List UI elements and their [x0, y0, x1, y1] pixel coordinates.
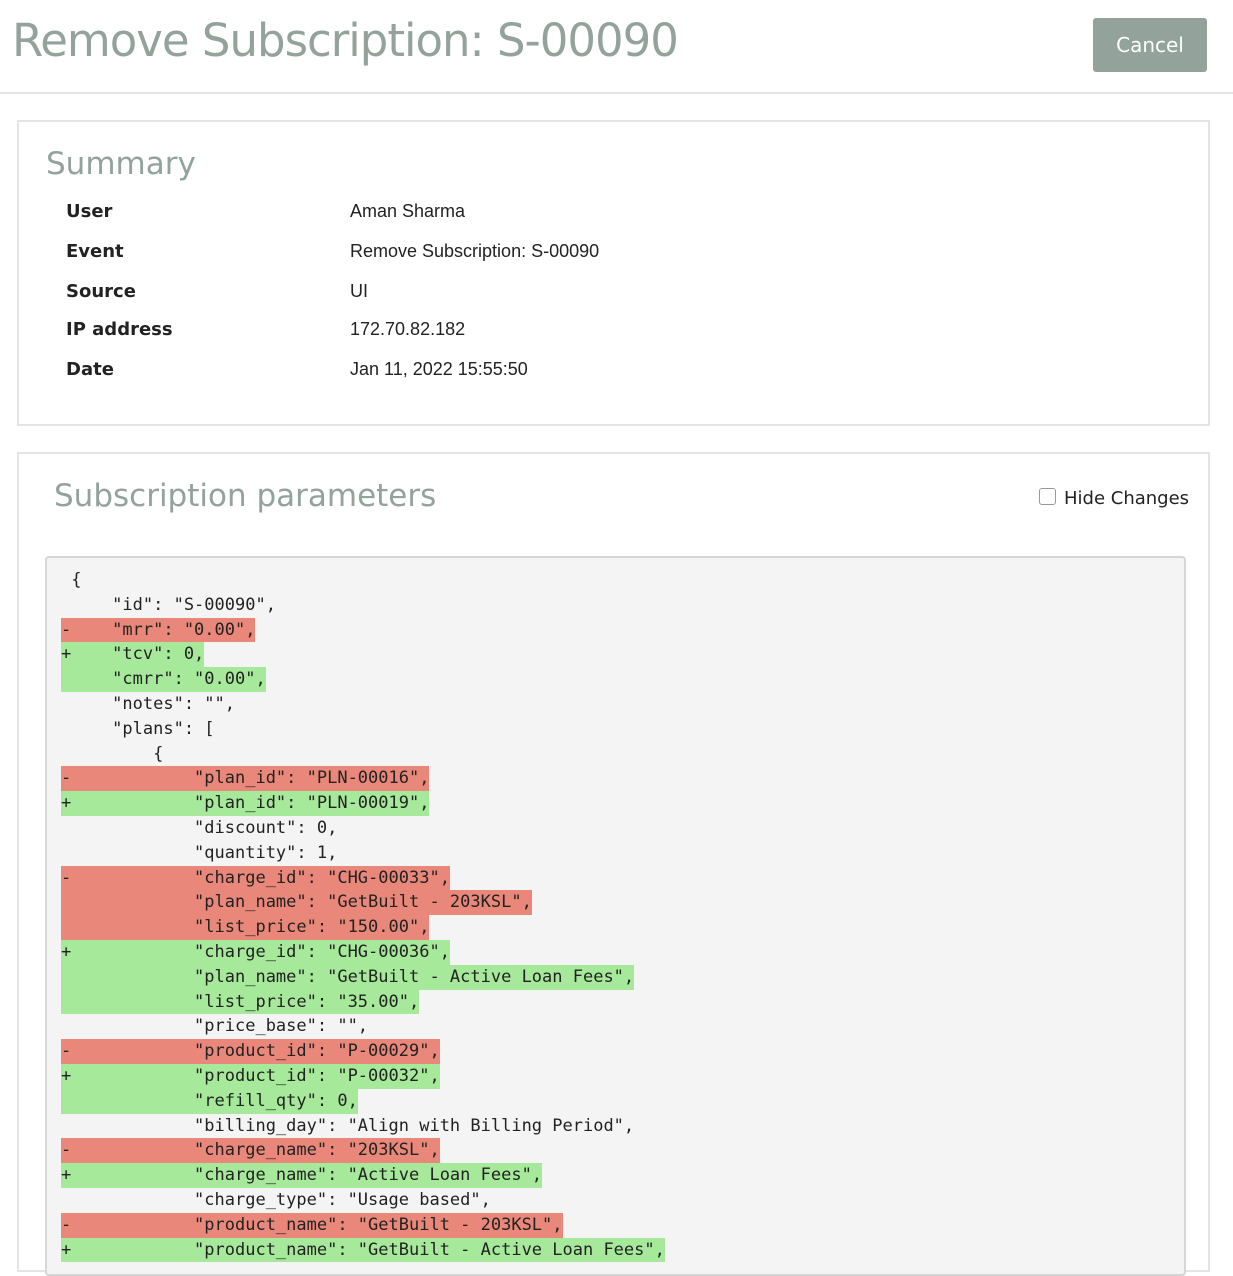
summary-value: 172.70.82.182: [350, 319, 466, 339]
diff-line: "plans": [: [61, 717, 665, 742]
diff-text: "tcv": 0,: [71, 644, 205, 665]
diff-line: "quantity": 1,: [61, 841, 665, 866]
diff-line: "discount": 0,: [61, 816, 665, 841]
summary-label: Date: [66, 359, 114, 380]
summary-label: IP address: [66, 319, 173, 340]
diff-line: "notes": "",: [61, 692, 665, 717]
summary-value: Aman Sharma: [350, 201, 466, 221]
diff-text: "id": "S-00090",: [71, 594, 276, 615]
diff-text: "discount": 0,: [71, 817, 338, 838]
diff-text: "plans": [: [71, 718, 215, 739]
summary-value: Remove Subscription: S-00090: [350, 241, 600, 261]
summary-label: Event: [66, 241, 124, 262]
summary-label: Source: [66, 281, 136, 302]
diff-marker: -: [61, 619, 72, 640]
diff-marker: +: [61, 941, 72, 962]
diff-line-added: "plan_name": "GetBuilt - Active Loan Fee…: [61, 964, 635, 990]
diff-line: "price_base": "",: [61, 1014, 665, 1039]
diff-line-added: "list_price": "35.00",: [61, 989, 420, 1015]
diff-text: "charge_id": "CHG-00036",: [71, 941, 450, 962]
diff-marker: -: [61, 1041, 72, 1062]
diff-line-added: + "charge_name": "Active Loan Fees",: [61, 1163, 543, 1188]
diff-line-removed: - "charge_id": "CHG-00033",: [61, 865, 450, 891]
page-header: Remove Subscription: S-00090 Cancel: [0, 0, 1233, 94]
diff-marker: +: [61, 1165, 72, 1186]
diff-text: "price_base": "",: [71, 1016, 369, 1037]
diff-line-added: "refill_qty": 0,: [61, 1088, 358, 1114]
diff-viewer[interactable]: { "id": "S-00090", - "mrr": "0.00", + "tcv…: [45, 556, 1186, 1276]
diff-text: {: [71, 570, 82, 590]
diff-marker: -: [61, 1214, 72, 1235]
hide-changes-checkbox[interactable]: [1039, 488, 1056, 505]
diff-text: "refill_qty": 0,: [71, 1090, 358, 1111]
diff-line-added: + "product_id": "P-00032",: [61, 1063, 440, 1089]
diff-text: "plan_name": "GetBuilt - Active Loan Fee…: [71, 966, 635, 987]
diff-line-removed: "list_price": "150.00",: [61, 915, 430, 940]
diff-text: "plan_id": "PLN-00019",: [71, 793, 430, 814]
diff-text: "plan_id": "PLN-00016",: [71, 768, 430, 789]
subscription-parameters-title: Subscription parameters: [54, 478, 437, 514]
diff-line-removed: - "charge_name": "203KSL",: [61, 1138, 440, 1164]
diff-text: "plan_name": "GetBuilt - 203KSL",: [71, 892, 532, 913]
diff-line-removed: - "product_id": "P-00029",: [61, 1039, 440, 1064]
diff-marker: -: [61, 768, 72, 789]
diff-text: "list_price": "150.00",: [71, 917, 430, 938]
diff-marker: +: [61, 1065, 72, 1086]
diff-marker: +: [61, 644, 72, 665]
diff-text: "product_id": "P-00029",: [71, 1041, 440, 1062]
diff-text: "product_name": "GetBuilt - Active Loan …: [71, 1239, 665, 1260]
diff-text: "notes": "",: [71, 693, 235, 714]
summary-title: Summary: [46, 146, 196, 182]
diff-marker: -: [61, 867, 72, 888]
diff-lines: { "id": "S-00090", - "mrr": "0.00", + "tcv…: [61, 568, 665, 1263]
diff-text: "product_id": "P-00032",: [71, 1065, 440, 1086]
summary-value: Jan 11, 2022 15:55:50: [350, 359, 528, 379]
diff-text: "charge_id": "CHG-00033",: [71, 867, 450, 888]
diff-text: "product_name": "GetBuilt - 203KSL",: [71, 1214, 563, 1235]
diff-line: {: [61, 742, 665, 767]
diff-text: "list_price": "35.00",: [71, 991, 420, 1012]
diff-line-added: + "charge_id": "CHG-00036",: [61, 939, 450, 965]
hide-changes-label: Hide Changes: [1064, 488, 1190, 509]
diff-line: "billing_day": "Align with Billing Perio…: [61, 1114, 665, 1139]
diff-line-removed: - "plan_id": "PLN-00016",: [61, 766, 430, 792]
diff-line: "charge_type": "Usage based",: [61, 1188, 665, 1213]
diff-text: "charge_name": "203KSL",: [71, 1140, 440, 1161]
hide-changes-toggle[interactable]: Hide Changes: [1039, 488, 1189, 509]
page-title: Remove Subscription: S-00090: [12, 14, 679, 67]
diff-line-added: "cmrr": "0.00",: [61, 667, 266, 692]
diff-line-removed: - "product_name": "GetBuilt - 203KSL",: [61, 1212, 563, 1238]
diff-text: "quantity": 1,: [71, 842, 338, 863]
diff-text: {: [71, 743, 164, 764]
diff-marker: +: [61, 793, 72, 814]
diff-line-removed: "plan_name": "GetBuilt - 203KSL",: [61, 890, 532, 916]
diff-line-removed: - "mrr": "0.00",: [61, 617, 256, 643]
diff-text: "billing_day": "Align with Billing Perio…: [71, 1115, 635, 1136]
diff-line: "id": "S-00090",: [61, 593, 665, 618]
summary-panel: Summary User Aman Sharma Event Remove Su…: [17, 120, 1210, 426]
cancel-button[interactable]: Cancel: [1093, 18, 1207, 72]
diff-text: "charge_type": "Usage based",: [71, 1189, 491, 1210]
summary-value: UI: [350, 281, 368, 301]
subscription-parameters-panel: Subscription parameters Hide Changes { "…: [17, 452, 1210, 1276]
diff-line: {: [61, 568, 665, 593]
summary-label: User: [66, 201, 113, 222]
diff-line-added: + "tcv": 0,: [61, 642, 205, 668]
diff-text: "charge_name": "Active Loan Fees",: [71, 1165, 543, 1186]
diff-text: "cmrr": "0.00",: [71, 669, 266, 690]
diff-marker: -: [61, 1140, 72, 1161]
diff-text: "mrr": "0.00",: [71, 619, 256, 640]
diff-line-added: + "plan_id": "PLN-00019",: [61, 791, 430, 816]
